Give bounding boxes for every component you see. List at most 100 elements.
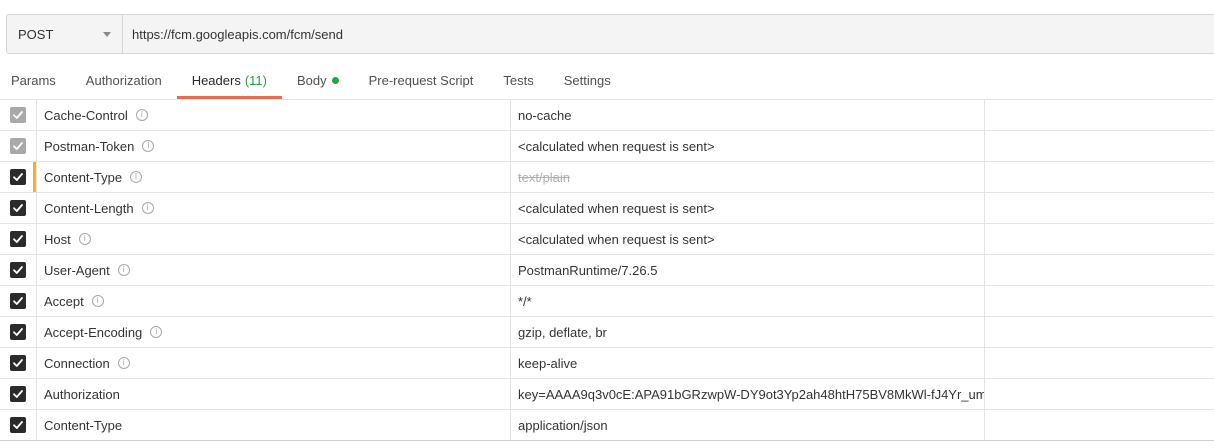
info-icon[interactable]: i: [135, 109, 148, 121]
header-key-cell[interactable]: Cache-Control i: [37, 100, 511, 130]
header-enabled-checkbox[interactable]: [10, 324, 26, 340]
header-value-cell[interactable]: <calculated when request is sent>: [511, 193, 985, 223]
header-value-cell[interactable]: PostmanRuntime/7.26.5: [511, 255, 985, 285]
checkmark-icon: [13, 421, 23, 429]
header-enabled-checkbox[interactable]: [10, 262, 26, 278]
header-value-cell[interactable]: <calculated when request is sent>: [511, 224, 985, 254]
checkbox-cell: [0, 379, 37, 409]
info-icon[interactable]: i: [142, 140, 155, 152]
header-value-cell[interactable]: <calculated when request is sent>: [511, 131, 985, 161]
checkmark-icon: [13, 390, 23, 398]
tab-label: Settings: [563, 72, 611, 88]
header-key-cell[interactable]: Postman-Token i: [37, 131, 511, 161]
header-value-cell[interactable]: keep-alive: [511, 348, 985, 378]
info-icon[interactable]: i: [78, 233, 91, 245]
header-enabled-checkbox[interactable]: [10, 138, 26, 154]
header-description-cell[interactable]: [985, 131, 1214, 161]
header-description-cell[interactable]: [985, 255, 1214, 285]
checkmark-icon: [13, 297, 23, 305]
header-key-cell[interactable]: User-Agent i: [37, 255, 511, 285]
header-description-cell[interactable]: [985, 162, 1214, 192]
header-value-cell[interactable]: key=AAAA9q3v0cE:APA91bGRzwpW-DY9ot3Yp2ah…: [511, 379, 985, 409]
header-value: */*: [518, 293, 532, 309]
table-row: Postman-Token i <calculated when request i…: [0, 131, 1214, 162]
headers-table: Cache-Control i no-cache Postman-Token i <cal…: [0, 99, 1214, 441]
header-value: gzip, deflate, br: [518, 324, 607, 340]
tab-settings[interactable]: Settings: [549, 62, 626, 98]
header-key-cell[interactable]: Authorization: [37, 379, 511, 409]
header-description-cell[interactable]: [985, 348, 1214, 378]
header-key: Connection: [44, 355, 110, 371]
tab-label: Body: [296, 72, 327, 88]
header-enabled-checkbox[interactable]: [10, 169, 26, 185]
header-enabled-checkbox[interactable]: [10, 386, 26, 402]
header-value: key=AAAA9q3v0cE:APA91bGRzwpW-DY9ot3Yp2ah…: [518, 386, 985, 402]
info-icon[interactable]: i: [117, 264, 130, 276]
header-value: <calculated when request is sent>: [518, 231, 715, 247]
tab-body[interactable]: Body: [282, 62, 354, 98]
header-enabled-checkbox[interactable]: [10, 355, 26, 371]
info-icon[interactable]: i: [150, 326, 163, 338]
header-description-cell[interactable]: [985, 286, 1214, 316]
checkmark-icon: [13, 173, 23, 181]
table-row: Cache-Control i no-cache: [0, 100, 1214, 131]
tab-pre-request-script[interactable]: Pre-request Script: [354, 62, 489, 98]
checkmark-icon: [13, 266, 23, 274]
header-description-cell[interactable]: [985, 379, 1214, 409]
header-value-cell[interactable]: gzip, deflate, br: [511, 317, 985, 347]
header-value-cell[interactable]: no-cache: [511, 100, 985, 130]
header-key: Content-Length: [44, 200, 134, 216]
header-description-cell[interactable]: [985, 100, 1214, 130]
checkbox-cell: [0, 193, 37, 223]
table-row: Host i <calculated when request is sent>: [0, 224, 1214, 255]
header-description-cell[interactable]: [985, 224, 1214, 254]
tab-label: Params: [11, 72, 56, 88]
header-enabled-checkbox[interactable]: [10, 293, 26, 309]
header-enabled-checkbox[interactable]: [10, 107, 26, 123]
header-enabled-checkbox[interactable]: [10, 231, 26, 247]
request-url-bar: POST: [6, 14, 1214, 54]
table-row: User-Agent i PostmanRuntime/7.26.5: [0, 255, 1214, 286]
tab-authorization[interactable]: Authorization: [71, 62, 177, 98]
header-description-cell[interactable]: [985, 317, 1214, 347]
header-description-cell[interactable]: [985, 410, 1214, 440]
header-enabled-checkbox[interactable]: [10, 200, 26, 216]
header-value: no-cache: [518, 107, 572, 123]
method-select[interactable]: POST: [7, 15, 123, 53]
checkmark-icon: [13, 359, 23, 367]
checkbox-cell: [0, 410, 37, 440]
header-key-cell[interactable]: Content-Length i: [37, 193, 511, 223]
table-row: Authorization key=AAAA9q3v0cE:APA91bGRzwp…: [0, 379, 1214, 410]
tab-tests[interactable]: Tests: [488, 62, 548, 98]
checkbox-cell: [0, 255, 37, 285]
info-icon[interactable]: i: [130, 171, 143, 183]
header-value: text/plain: [518, 169, 571, 185]
checkbox-cell: [0, 317, 37, 347]
header-key: Accept-Encoding: [44, 324, 143, 340]
chevron-down-icon: [103, 31, 111, 37]
header-key-cell[interactable]: Accept-Encoding i: [37, 317, 511, 347]
checkbox-cell: [0, 286, 37, 316]
tab-params[interactable]: Params: [0, 62, 71, 98]
info-icon[interactable]: i: [91, 295, 104, 307]
header-key-cell[interactable]: Content-Type: [37, 410, 511, 440]
header-value-cell[interactable]: text/plain: [511, 162, 985, 192]
info-icon[interactable]: i: [117, 357, 130, 369]
table-row: Content-Type application/json: [0, 410, 1214, 441]
header-key-cell[interactable]: Host i: [37, 224, 511, 254]
header-enabled-checkbox[interactable]: [10, 417, 26, 433]
request-tabs: Params Authorization Headers (11) Body P…: [0, 62, 1214, 99]
checkbox-cell: [0, 224, 37, 254]
info-icon[interactable]: i: [141, 202, 154, 214]
url-input[interactable]: [123, 15, 1214, 53]
checkbox-cell: [0, 131, 37, 161]
header-key-cell[interactable]: Accept i: [37, 286, 511, 316]
header-description-cell[interactable]: [985, 193, 1214, 223]
header-value-cell[interactable]: */*: [511, 286, 985, 316]
checkbox-cell: [0, 162, 37, 192]
tab-headers[interactable]: Headers (11): [176, 62, 283, 99]
checkmark-icon: [13, 328, 23, 336]
header-value-cell[interactable]: application/json: [511, 410, 985, 440]
header-key-cell[interactable]: Connection i: [37, 348, 511, 378]
header-key-cell[interactable]: Content-Type i: [37, 162, 511, 192]
